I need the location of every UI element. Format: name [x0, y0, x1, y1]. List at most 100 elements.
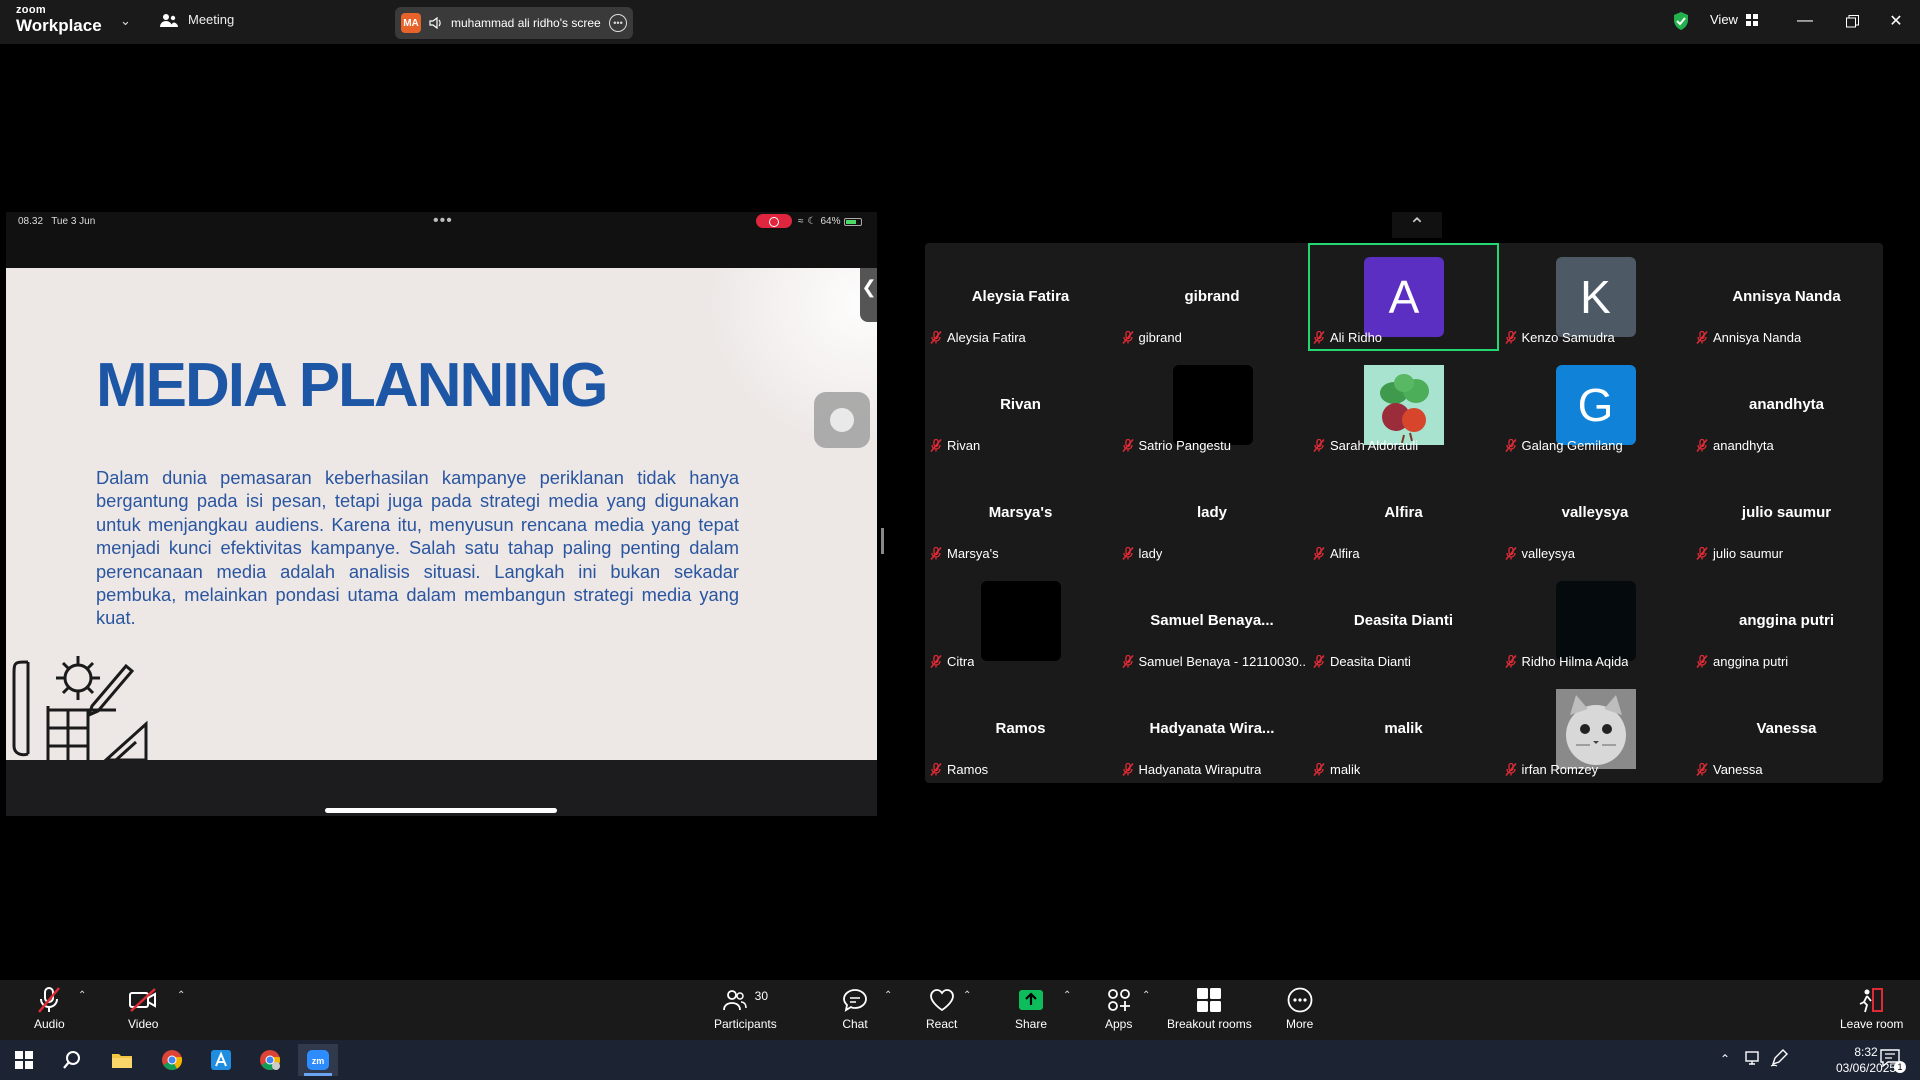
search-icon[interactable] — [52, 1044, 92, 1076]
participant-tile[interactable]: julio saumur julio saumur — [1691, 459, 1882, 567]
participant-name: Hadyanata Wiraputra — [1138, 762, 1262, 777]
participant-tile[interactable]: Rivan Rivan — [925, 351, 1116, 459]
share-options-caret-icon[interactable]: ⌃ — [1063, 990, 1071, 1001]
participant-tile[interactable]: Vanessa Vanessa — [1691, 675, 1882, 783]
chrome-profile-icon[interactable] — [250, 1044, 290, 1076]
chat-icon — [842, 986, 868, 1014]
zoom-taskbar-icon[interactable]: zm — [298, 1044, 338, 1076]
video-button[interactable]: Video — [128, 986, 158, 1031]
file-explorer-icon[interactable] — [102, 1044, 142, 1076]
mic-muted-icon — [930, 438, 942, 452]
more-button[interactable]: More — [1286, 986, 1313, 1031]
more-options-icon[interactable]: ••• — [609, 14, 627, 32]
video-options-caret-icon[interactable]: ⌃ — [177, 990, 185, 1001]
mic-muted-icon — [1121, 330, 1134, 344]
encryption-shield-icon[interactable] — [1672, 11, 1690, 36]
meeting-people-icon — [160, 13, 178, 27]
participant-tile[interactable]: Annisya Nanda Annisya Nanda — [1691, 243, 1882, 351]
chat-button[interactable]: Chat — [842, 986, 868, 1031]
participant-display-name: Alfira — [1384, 504, 1423, 521]
participant-name: Sarah Aldorauli — [1330, 438, 1419, 453]
breakout-rooms-label: Breakout rooms — [1167, 1017, 1252, 1031]
participant-tile[interactable]: G Galang Gemilang — [1500, 351, 1691, 459]
participant-tile[interactable]: malik malik — [1308, 675, 1499, 783]
participant-tile[interactable]: Alfira Alfira — [1308, 459, 1499, 567]
network-icon[interactable] — [1744, 1050, 1762, 1071]
restore-button[interactable] — [1832, 8, 1872, 34]
chrome-icon[interactable] — [152, 1044, 192, 1076]
participant-display-name: anggina putri — [1739, 612, 1834, 629]
apps-label: Apps — [1105, 1017, 1133, 1031]
minimize-button[interactable]: — — [1785, 8, 1825, 34]
apps-options-caret-icon[interactable]: ⌃ — [1142, 990, 1150, 1001]
notification-center-icon[interactable]: 1 — [1880, 1049, 1906, 1073]
azure-app-icon[interactable] — [201, 1044, 241, 1076]
wifi-icon: ≈ — [798, 216, 804, 227]
mic-muted-icon — [1696, 546, 1708, 560]
participant-tile[interactable]: irfan Romzey — [1500, 675, 1691, 783]
slide-body: Dalam dunia pemasaran keberhasilan kampa… — [96, 467, 739, 629]
participant-tile[interactable]: Deasita Dianti Deasita Dianti — [1308, 567, 1499, 675]
participant-tile[interactable]: A Ali Ridho — [1308, 243, 1499, 351]
share-button[interactable]: Share — [1015, 986, 1047, 1031]
pen-icon[interactable] — [1770, 1049, 1788, 1072]
participant-tile[interactable]: gibrand gibrand — [1117, 243, 1308, 351]
participant-name: Citra — [947, 654, 975, 669]
chat-options-caret-icon[interactable]: ⌃ — [884, 990, 892, 1001]
view-button[interactable]: View — [1710, 12, 1758, 27]
participant-tile[interactable]: anandhyta anandhyta — [1691, 351, 1882, 459]
participant-name-label: Ramos — [930, 762, 988, 777]
participant-tile[interactable]: Samuel Benaya... Samuel Benaya - 12110030… — [1117, 567, 1308, 675]
participant-tile[interactable]: valleysya valleysya — [1500, 459, 1691, 567]
participants-button[interactable]: 30 Participants — [714, 986, 777, 1031]
breakout-rooms-button[interactable]: Breakout rooms — [1167, 986, 1252, 1031]
shared-screen[interactable]: 08.32 Tue 3 Jun ••• ≈ ☾ 64% ❮ MEDIA PLAN… — [6, 212, 877, 816]
participant-tile[interactable]: lady lady — [1117, 459, 1308, 567]
participant-tile[interactable]: Hadyanata Wira... Hadyanata Wiraputra — [1117, 675, 1308, 783]
participant-name: Ramos — [947, 762, 989, 777]
participant-tile[interactable]: Aleysia Fatira Aleysia Fatira — [925, 243, 1116, 351]
participant-tile[interactable]: anggina putri anggina putri — [1691, 567, 1882, 675]
slide-title: MEDIA PLANNING — [96, 351, 608, 420]
participant-tile[interactable]: Ridho Hilma Aqida — [1500, 567, 1691, 675]
screen-record-indicator — [756, 214, 792, 228]
participant-name: malik — [1330, 762, 1361, 777]
participant-tile[interactable]: Marsya's Marsya's — [925, 459, 1116, 567]
share-label: Share — [1015, 1017, 1048, 1031]
participant-tile[interactable]: Satrio Pangestu — [1117, 351, 1308, 459]
zoom-logo: zoom Workplace — [16, 5, 102, 35]
react-options-caret-icon[interactable]: ⌃ — [963, 990, 971, 1001]
chevron-down-icon[interactable]: ⌄ — [120, 13, 131, 29]
split-resize-handle[interactable] — [881, 528, 884, 554]
screen-share-indicator[interactable]: MA muhammad ali ridho's screen ••• — [395, 7, 633, 39]
meeting-tab[interactable]: Meeting — [160, 12, 234, 27]
participant-name: Samuel Benaya - 12110030... — [1138, 654, 1307, 669]
audio-options-caret-icon[interactable]: ⌃ — [78, 990, 86, 1001]
participant-name-label: Samuel Benaya - 12110030... — [1121, 654, 1307, 669]
participant-name: lady — [1138, 546, 1163, 561]
participants-icon — [722, 990, 747, 1011]
apps-button[interactable]: Apps — [1105, 986, 1132, 1031]
participant-tile[interactable]: Ramos Ramos — [925, 675, 1116, 783]
gallery-prev-page-icon[interactable]: ⌃ — [1392, 212, 1442, 238]
react-button[interactable]: React — [926, 986, 957, 1031]
mic-muted-icon — [1504, 654, 1517, 668]
assistive-touch-icon[interactable] — [814, 392, 870, 448]
participant-display-name: valleysya — [1561, 504, 1629, 521]
tray-overflow-chevron-icon[interactable]: ⌃ — [1720, 1052, 1730, 1066]
participant-name-label: Kenzo Samudra — [1504, 330, 1615, 345]
participant-avatar — [981, 581, 1061, 661]
participant-tile[interactable]: Sarah Aldorauli — [1308, 351, 1499, 459]
participant-name-label: Ali Ridho — [1313, 330, 1382, 345]
windows-start-icon[interactable] — [4, 1044, 44, 1076]
mic-muted-icon — [1121, 654, 1134, 668]
close-button[interactable]: ✕ — [1876, 8, 1916, 34]
leave-room-button[interactable]: Leave room — [1840, 986, 1903, 1031]
participant-tile[interactable]: Citra — [925, 567, 1116, 675]
ipad-multitask-dots: ••• — [433, 212, 453, 229]
moon-icon: ☾ — [807, 216, 817, 227]
audio-button[interactable]: Audio — [34, 986, 65, 1031]
mic-muted-icon — [930, 546, 942, 560]
sidebar-handle-icon[interactable]: ❮ — [860, 268, 877, 322]
participant-tile[interactable]: K Kenzo Samudra — [1500, 243, 1691, 351]
